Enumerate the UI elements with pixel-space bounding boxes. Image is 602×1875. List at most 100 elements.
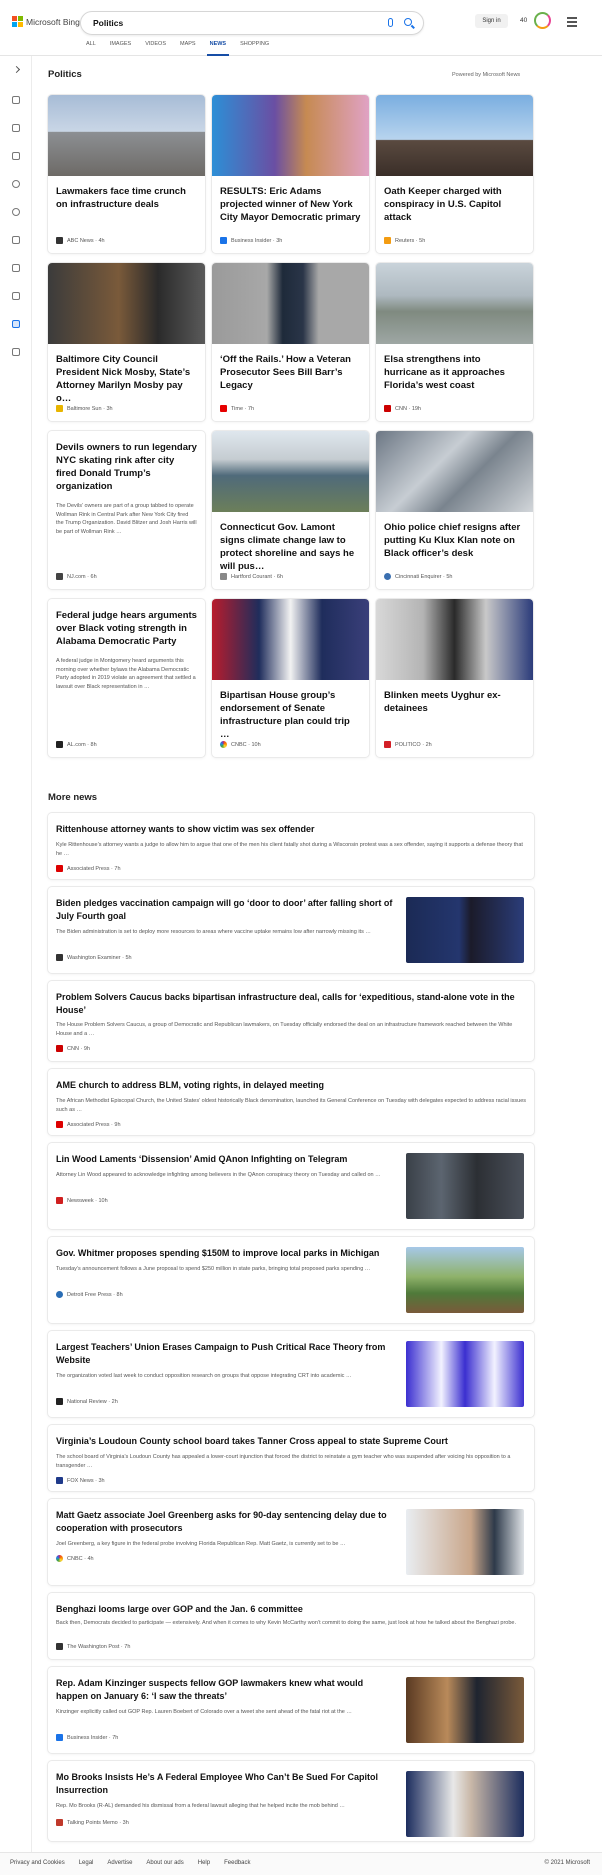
search-box[interactable]: Politics: [80, 11, 424, 35]
card-source: CNBC · 10h: [220, 741, 261, 748]
news-card[interactable]: Baltimore City Council President Nick Mo…: [48, 263, 205, 421]
tab-maps[interactable]: MAPS: [180, 41, 196, 56]
news-list-item[interactable]: AME church to address BLM, voting rights…: [48, 1069, 534, 1135]
card-title[interactable]: Oath Keeper charged with conspiracy in U…: [376, 176, 533, 224]
footer-link-legal[interactable]: Legal: [79, 1860, 94, 1866]
card-image: [376, 431, 533, 512]
news-list-item[interactable]: Rittenhouse attorney wants to show victi…: [48, 813, 534, 879]
card-title[interactable]: Blinken meets Uyghur ex-detainees: [376, 680, 533, 715]
card-title[interactable]: Devils owners to run legendary NYC skati…: [48, 431, 205, 493]
item-title[interactable]: Matt Gaetz associate Joel Greenberg asks…: [56, 1509, 396, 1535]
item-title[interactable]: Mo Brooks Insists He’s A Federal Employe…: [56, 1771, 396, 1797]
news-list-item[interactable]: Matt Gaetz associate Joel Greenberg asks…: [48, 1499, 534, 1585]
film-icon[interactable]: [12, 292, 20, 300]
item-description: Kinzinger explicitly called out GOP Rep.…: [56, 1709, 352, 1715]
copyright: © 2021 Microsoft: [544, 1860, 590, 1866]
item-description: The Biden administration is set to deplo…: [56, 929, 371, 935]
item-source: CNBC · 4h: [56, 1555, 94, 1562]
footer-link-privacy[interactable]: Privacy and Cookies: [10, 1860, 65, 1866]
tab-shopping[interactable]: SHOPPING: [240, 41, 269, 56]
item-title[interactable]: AME church to address BLM, voting rights…: [56, 1079, 526, 1092]
card-source: POLITICO · 2h: [384, 741, 432, 748]
home-icon[interactable]: [12, 96, 20, 104]
item-title[interactable]: Benghazi looms large over GOP and the Ja…: [56, 1603, 526, 1616]
card-title[interactable]: Connecticut Gov. Lamont signs climate ch…: [212, 512, 369, 573]
item-title[interactable]: Lin Wood Laments ‘Dissension’ Amid QAnon…: [56, 1153, 396, 1166]
item-title[interactable]: Rittenhouse attorney wants to show victi…: [56, 823, 526, 836]
more-news-title: More news: [48, 792, 98, 803]
pin-icon[interactable]: [12, 180, 20, 188]
news-list-item[interactable]: Largest Teachers’ Union Erases Campaign …: [48, 1331, 534, 1417]
news-list-item[interactable]: Benghazi looms large over GOP and the Ja…: [48, 1593, 534, 1659]
briefcase-icon[interactable]: [12, 320, 20, 328]
flag-icon[interactable]: [12, 152, 20, 160]
news-card[interactable]: Lawmakers face time crunch on infrastruc…: [48, 95, 205, 253]
hamburger-menu-icon[interactable]: [567, 17, 577, 29]
news-card[interactable]: Devils owners to run legendary NYC skati…: [48, 431, 205, 589]
car-icon[interactable]: [12, 348, 20, 356]
news-list-item[interactable]: Lin Wood Laments ‘Dissension’ Amid QAnon…: [48, 1143, 534, 1229]
search-icon[interactable]: [404, 18, 412, 26]
item-title[interactable]: Virginia’s Loudoun County school board t…: [56, 1435, 526, 1448]
item-title[interactable]: Gov. Whitmer proposes spending $150M to …: [56, 1247, 396, 1260]
item-source: Washington Examiner · 5h: [56, 954, 132, 961]
tab-videos[interactable]: VIDEOS: [145, 41, 166, 56]
news-list-item[interactable]: Rep. Adam Kinzinger suspects fellow GOP …: [48, 1667, 534, 1753]
microsoft-logo-icon: [12, 16, 23, 27]
card-description: The Devils’ owners are part of a group t…: [56, 503, 197, 535]
flask-icon[interactable]: [12, 124, 20, 132]
card-title[interactable]: Elsa strengthens into hurricane as it ap…: [376, 344, 533, 392]
trophy-icon[interactable]: [12, 236, 20, 244]
news-list-item[interactable]: Gov. Whitmer proposes spending $150M to …: [48, 1237, 534, 1323]
news-card[interactable]: Bipartisan House group’s endorsement of …: [212, 599, 369, 757]
card-source: Time · 7h: [220, 405, 254, 412]
search-input[interactable]: Politics: [93, 18, 123, 28]
microphone-icon[interactable]: [388, 18, 393, 27]
card-source: CNN · 19h: [384, 405, 421, 412]
card-title[interactable]: Lawmakers face time crunch on infrastruc…: [48, 176, 205, 211]
card-title[interactable]: RESULTS: Eric Adams projected winner of …: [212, 176, 369, 224]
news-card[interactable]: Blinken meets Uyghur ex-detainees POLITI…: [376, 599, 533, 757]
card-image: [212, 95, 369, 176]
rocket-icon[interactable]: [12, 264, 20, 272]
card-title[interactable]: Baltimore City Council President Nick Mo…: [48, 344, 205, 405]
item-title[interactable]: Largest Teachers’ Union Erases Campaign …: [56, 1341, 396, 1367]
news-card[interactable]: Federal judge hears arguments over Black…: [48, 599, 205, 757]
news-list-item[interactable]: Virginia’s Loudoun County school board t…: [48, 1425, 534, 1491]
card-title[interactable]: Ohio police chief resigns after putting …: [376, 512, 533, 560]
item-title[interactable]: Rep. Adam Kinzinger suspects fellow GOP …: [56, 1677, 396, 1703]
news-card[interactable]: Connecticut Gov. Lamont signs climate ch…: [212, 431, 369, 589]
news-card[interactable]: Elsa strengthens into hurricane as it ap…: [376, 263, 533, 421]
item-description: Attorney Lin Wood appeared to acknowledg…: [56, 1172, 381, 1178]
item-thumbnail: [406, 1771, 524, 1837]
item-source: National Review · 2h: [56, 1398, 118, 1405]
news-card[interactable]: Ohio police chief resigns after putting …: [376, 431, 533, 589]
item-source: The Washington Post · 7h: [56, 1643, 130, 1650]
tab-all[interactable]: ALL: [86, 41, 96, 56]
rewards-medal-icon[interactable]: [534, 12, 551, 29]
item-title[interactable]: Biden pledges vaccination campaign will …: [56, 897, 396, 923]
sign-in-button[interactable]: Sign in: [475, 14, 508, 28]
news-card[interactable]: RESULTS: Eric Adams projected winner of …: [212, 95, 369, 253]
card-source: Reuters · 5h: [384, 237, 425, 244]
item-source: Business Insider · 7h: [56, 1734, 118, 1741]
news-card[interactable]: Oath Keeper charged with conspiracy in U…: [376, 95, 533, 253]
card-image: [212, 431, 369, 512]
globe-icon[interactable]: [12, 208, 20, 216]
card-title[interactable]: ‘Off the Rails.’ How a Veteran Prosecuto…: [212, 344, 369, 392]
news-list-item[interactable]: Mo Brooks Insists He’s A Federal Employe…: [48, 1761, 534, 1841]
news-card[interactable]: ‘Off the Rails.’ How a Veteran Prosecuto…: [212, 263, 369, 421]
bing-logo[interactable]: Microsoft Bing: [12, 16, 80, 27]
footer-link-feedback[interactable]: Feedback: [224, 1860, 250, 1866]
tab-news[interactable]: NEWS: [206, 41, 229, 56]
card-title[interactable]: Federal judge hears arguments over Black…: [48, 599, 205, 648]
tab-images[interactable]: IMAGES: [110, 41, 131, 56]
footer-link-help[interactable]: Help: [198, 1860, 210, 1866]
item-title[interactable]: Problem Solvers Caucus backs bipartisan …: [56, 991, 526, 1017]
rewards-points[interactable]: 40: [520, 17, 527, 24]
footer-link-advertise[interactable]: Advertise: [107, 1860, 132, 1866]
news-list-item[interactable]: Biden pledges vaccination campaign will …: [48, 887, 534, 973]
card-title[interactable]: Bipartisan House group’s endorsement of …: [212, 680, 369, 741]
footer-link-about-ads[interactable]: About our ads: [146, 1860, 183, 1866]
news-list-item[interactable]: Problem Solvers Caucus backs bipartisan …: [48, 981, 534, 1061]
